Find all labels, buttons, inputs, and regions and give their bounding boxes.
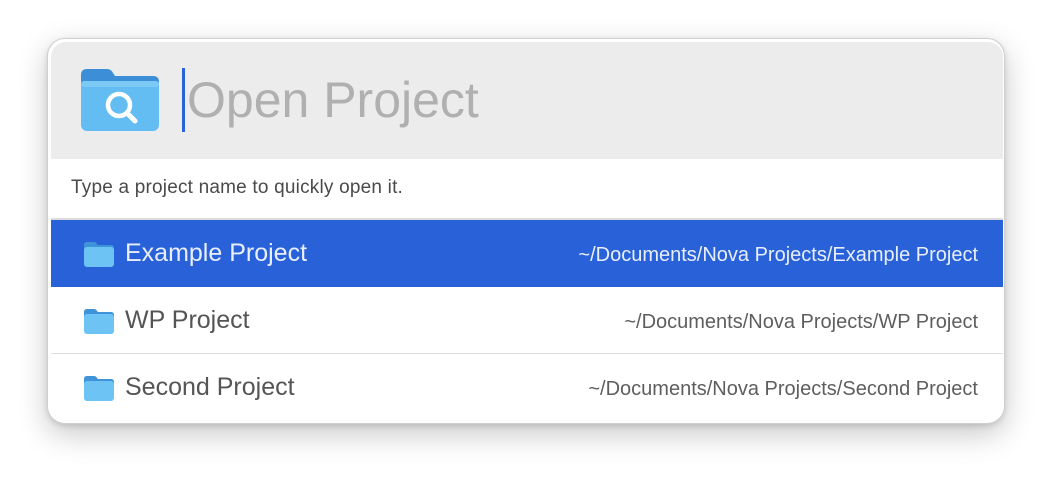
project-name: Example Project (125, 239, 308, 267)
folder-search-icon (79, 65, 161, 133)
project-results-list: Example Project ~/Documents/Nova Project… (51, 220, 1003, 421)
project-row-second[interactable]: Second Project ~/Documents/Nova Projects… (51, 354, 1003, 421)
folder-icon (83, 307, 115, 335)
project-search-input[interactable] (187, 62, 967, 138)
search-header (51, 42, 1003, 159)
project-row-wp[interactable]: WP Project ~/Documents/Nova Projects/WP … (51, 287, 1003, 354)
project-path: ~/Documents/Nova Projects/WP Project (624, 311, 978, 333)
project-path: ~/Documents/Nova Projects/Example Projec… (578, 244, 978, 266)
folder-icon (83, 240, 115, 268)
project-path: ~/Documents/Nova Projects/Second Project (588, 378, 978, 400)
project-name: WP Project (125, 306, 250, 334)
project-name: Second Project (125, 373, 295, 401)
hint-text: Type a project name to quickly open it. (71, 177, 404, 198)
folder-icon (83, 374, 115, 402)
project-row-example[interactable]: Example Project ~/Documents/Nova Project… (51, 220, 1003, 287)
text-caret (182, 68, 185, 132)
open-project-panel: Type a project name to quickly open it. … (47, 38, 1005, 424)
